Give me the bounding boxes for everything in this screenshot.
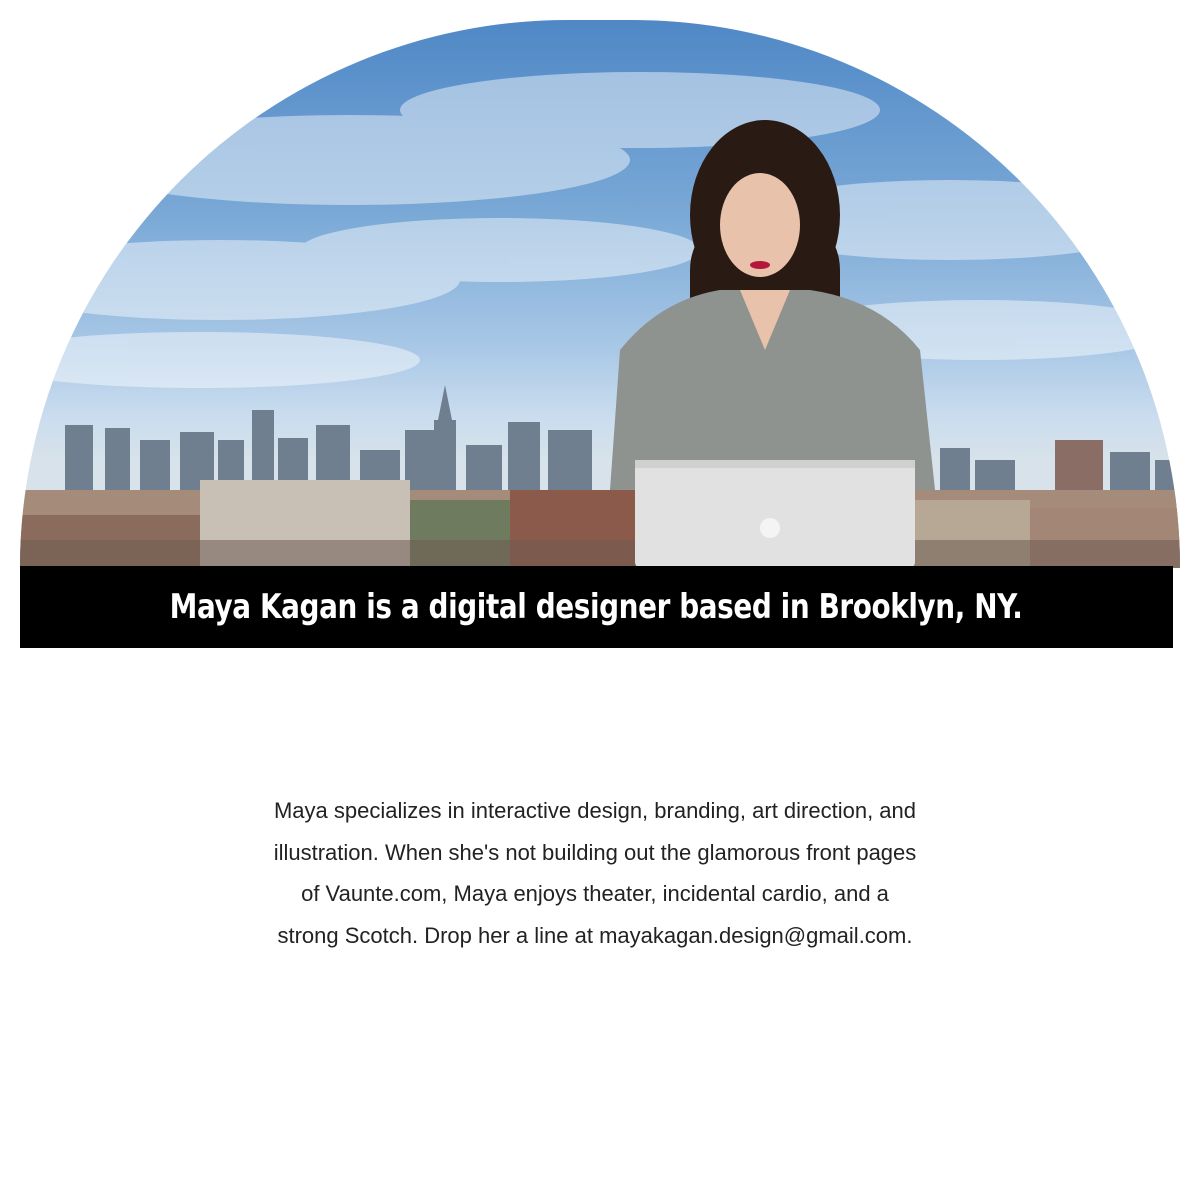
- hero-tagline: Maya Kagan is a digital designer based i…: [170, 587, 1023, 627]
- bio-paragraph: Maya specializes in interactive design, …: [270, 790, 920, 956]
- hero-banner: Maya Kagan is a digital designer based i…: [20, 20, 1180, 650]
- email-link[interactable]: mayakagan.design@gmail.com: [599, 923, 906, 948]
- clouds: [20, 72, 1180, 388]
- hero-photo: [20, 20, 1180, 568]
- rooftops: [20, 480, 1180, 568]
- caption-bar: Maya Kagan is a digital designer based i…: [20, 566, 1173, 648]
- bio-text-end: .: [906, 922, 913, 948]
